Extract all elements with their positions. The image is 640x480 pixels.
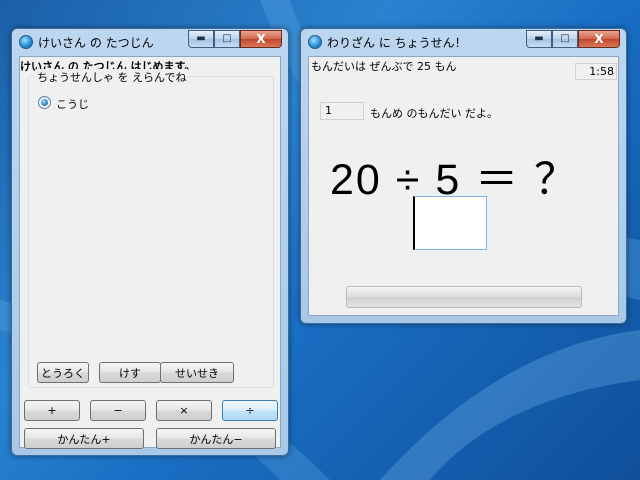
challenger-item[interactable]: こうじ: [38, 95, 158, 111]
maximize-icon: □: [222, 33, 232, 44]
maximize-icon: □: [560, 33, 570, 44]
register-button-label: とうろく: [41, 366, 85, 380]
delete-button[interactable]: けす: [99, 362, 161, 383]
easy-minus-label: かんたん−: [189, 432, 243, 446]
quiz-window-title: わりざん に ちょうせん！: [327, 36, 467, 50]
close-button[interactable]: X: [240, 30, 282, 48]
timer-text: 1:58: [589, 65, 614, 78]
easy-plus-button[interactable]: かんたん+: [24, 428, 144, 449]
quiz-window: わりざん に ちょうせん！ ▬ □ X もんだいは ぜんぶで 25 もん 1:5…: [300, 28, 627, 324]
total-questions-text: もんだいは ぜんぶで 25 もん: [311, 60, 457, 73]
answer-input[interactable]: [413, 196, 487, 250]
maximize-button[interactable]: □: [214, 30, 240, 48]
challenger-label: こうじ: [56, 98, 89, 111]
close-button[interactable]: X: [578, 30, 620, 48]
add-op-button[interactable]: +: [24, 400, 80, 421]
app-icon: [308, 35, 322, 49]
easy-minus-button[interactable]: かんたん−: [156, 428, 276, 449]
question-number-text: 1: [325, 104, 332, 117]
easy-plus-label: かんたん+: [57, 432, 111, 446]
main-window-title: けいさん の たつじん: [38, 36, 154, 50]
window-controls: ▬ □ X: [188, 30, 282, 48]
divide-op-label: ÷: [245, 404, 255, 417]
register-button[interactable]: とうろく: [37, 362, 89, 383]
subtract-op-button[interactable]: −: [90, 400, 146, 421]
close-icon: X: [594, 32, 604, 46]
grades-button[interactable]: せいせき: [160, 362, 234, 383]
main-window: けいさん の たつじん ▬ □ X けいさん の たつじん はじめます。 ちょう…: [11, 28, 289, 456]
quiz-window-titlebar[interactable]: わりざん に ちょうせん！ ▬ □ X: [301, 29, 626, 55]
quiz-window-client: もんだいは ぜんぶで 25 もん 1:58 1 もんめ のもんだい だよ。 20…: [308, 56, 619, 316]
minimize-button[interactable]: ▬: [188, 30, 214, 48]
challenger-group-title: ちょうせんしゃ を えらんでね: [35, 69, 189, 85]
question-number-field: 1: [320, 102, 364, 120]
add-op-label: +: [47, 404, 57, 417]
challenger-group: [28, 76, 274, 388]
delete-button-label: けす: [119, 366, 141, 380]
multiply-op-label: ×: [179, 404, 189, 417]
minimize-icon: ▬: [534, 33, 544, 44]
main-window-client: けいさん の たつじん はじめます。 ちょうせんしゃ を えらんでね こうじ と…: [19, 56, 281, 449]
timer-display: 1:58: [575, 63, 617, 80]
app-icon: [19, 35, 33, 49]
minimize-button[interactable]: ▬: [526, 30, 552, 48]
close-icon: X: [256, 32, 266, 46]
grades-button-label: せいせき: [175, 366, 219, 380]
divide-op-button[interactable]: ÷: [222, 400, 278, 421]
question-number-suffix: もんめ のもんだい だよ。: [370, 107, 498, 120]
answer-progress-bar: [346, 286, 582, 308]
window-controls: ▬ □ X: [526, 30, 620, 48]
main-window-titlebar[interactable]: けいさん の たつじん ▬ □ X: [12, 29, 288, 55]
challenger-radio[interactable]: [38, 96, 51, 109]
subtract-op-label: −: [113, 404, 123, 417]
minimize-icon: ▬: [196, 33, 206, 44]
maximize-button[interactable]: □: [552, 30, 578, 48]
multiply-op-button[interactable]: ×: [156, 400, 212, 421]
